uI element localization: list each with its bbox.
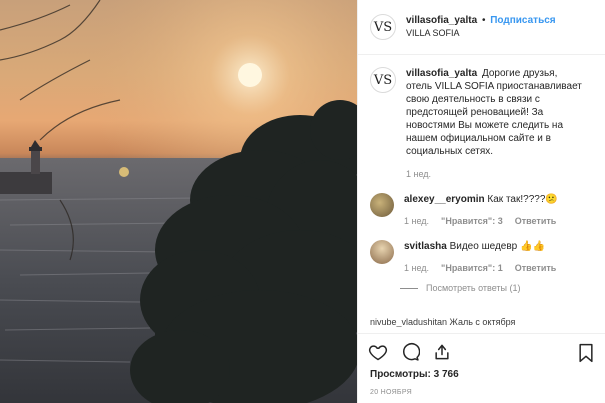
follow-button[interactable]: Подписаться xyxy=(490,15,555,26)
comment-username[interactable]: alexey__eryomin xyxy=(404,194,485,205)
view-replies-label: Посмотреть ответы (1) xyxy=(426,283,521,293)
bookmark-icon[interactable] xyxy=(577,343,595,363)
post-sidebar: VS villasofia_yalta • Подписаться VILLA … xyxy=(357,0,605,403)
avatar-logo: VS xyxy=(373,19,393,35)
comment-time[interactable]: 1 нед. xyxy=(404,262,429,275)
comment-icon[interactable] xyxy=(400,342,420,362)
action-bar xyxy=(358,333,605,369)
location-link[interactable]: VILLA SOFIA xyxy=(406,27,556,40)
partial-comment-text: nivube_vladushitan Жаль с октября xyxy=(370,317,516,327)
post-header: VS villasofia_yalta • Подписаться VILLA … xyxy=(358,0,605,55)
divider xyxy=(400,288,418,290)
caption-text: Дорогие друзья, отель VILLA SOFIA приост… xyxy=(406,68,582,157)
view-replies-button[interactable]: Посмотреть ответы (1) xyxy=(400,283,593,293)
comment-time[interactable]: 1 нед. xyxy=(404,215,429,228)
avatar[interactable] xyxy=(370,193,394,217)
comment-likes[interactable]: "Нравится": 1 xyxy=(441,262,503,275)
heart-icon[interactable] xyxy=(368,342,388,362)
caption-avatar[interactable]: VS xyxy=(370,67,396,93)
comment-text: Как так!????😕 xyxy=(487,194,558,205)
post-video[interactable] xyxy=(0,0,357,403)
share-icon[interactable] xyxy=(432,342,452,362)
comment-username[interactable]: svitlasha xyxy=(404,241,447,252)
post-date[interactable]: 20 НОЯБРЯ xyxy=(358,385,605,403)
comment-item: svitlasha Видео шедевр 👍👍 1 нед. "Нравит… xyxy=(370,240,593,275)
views-label: Просмотры: 3 766 xyxy=(370,369,459,380)
caption-username[interactable]: villasofia_yalta xyxy=(406,68,477,79)
reply-button[interactable]: Ответить xyxy=(515,215,557,228)
comments-list[interactable]: VS villasofia_yalta Дорогие друзья, отел… xyxy=(358,55,605,333)
separator-dot: • xyxy=(481,15,486,26)
instagram-post: VS villasofia_yalta • Подписаться VILLA … xyxy=(0,0,605,403)
views-count[interactable]: Просмотры: 3 766 xyxy=(358,369,605,385)
reply-button[interactable]: Ответить xyxy=(515,262,557,275)
avatar[interactable] xyxy=(370,240,394,264)
avatar[interactable]: VS xyxy=(370,14,396,40)
header-username[interactable]: villasofia_yalta xyxy=(406,15,477,26)
comment-likes[interactable]: "Нравится": 3 xyxy=(441,215,503,228)
sunset-scene xyxy=(0,0,357,403)
caption-time[interactable]: 1 нед. xyxy=(406,168,584,181)
caption: VS villasofia_yalta Дорогие друзья, отел… xyxy=(370,67,593,181)
avatar-logo: VS xyxy=(373,72,393,88)
comment-text: Видео шедевр 👍👍 xyxy=(449,241,545,252)
comment-item: alexey__eryomin Как так!????😕 1 нед. "Нр… xyxy=(370,193,593,228)
partial-comment: nivube_vladushitan Жаль с октября xyxy=(370,317,515,327)
sun xyxy=(238,63,262,87)
